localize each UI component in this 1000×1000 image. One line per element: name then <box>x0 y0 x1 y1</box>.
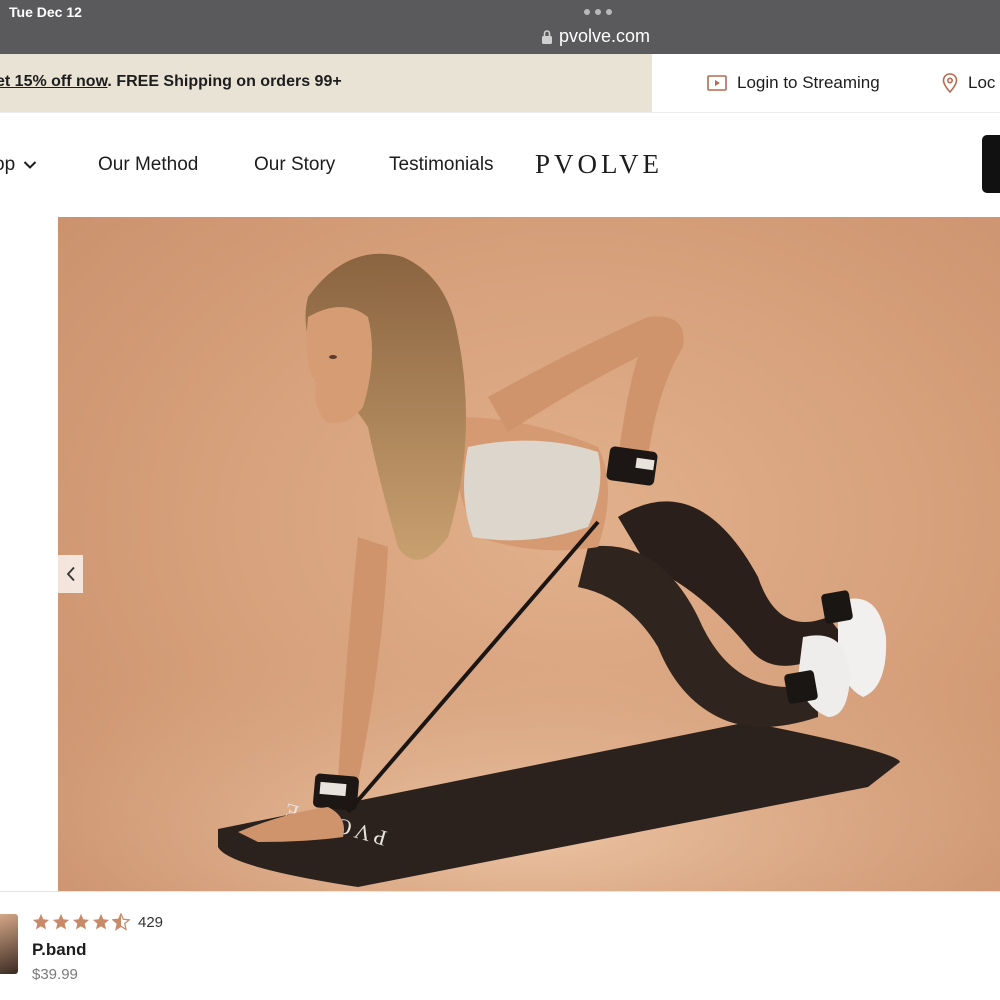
star-full-icon <box>72 913 90 930</box>
status-date: Tue Dec 12 <box>9 4 82 20</box>
play-video-icon <box>707 75 727 91</box>
promo-banner: et 15% off now. FREE Shipping on orders … <box>0 54 652 112</box>
promo-text: et 15% off now. FREE Shipping on orders … <box>0 73 342 91</box>
main-nav: op Our Method Our Story Testimonials PVO… <box>0 113 1000 217</box>
nav-our-story[interactable]: Our Story <box>254 154 335 176</box>
chevron-down-icon <box>23 161 37 169</box>
login-streaming-label: Login to Streaming <box>737 73 880 92</box>
star-full-icon <box>92 913 110 930</box>
nav-shop[interactable]: op <box>0 154 37 176</box>
locations-label: Loc <box>968 73 996 92</box>
address-bar[interactable]: pvolve.com <box>541 26 650 47</box>
sports-bra <box>464 440 601 541</box>
star-full-icon <box>32 913 50 930</box>
login-streaming-link[interactable]: Login to Streaming <box>707 73 880 93</box>
url-text: pvolve.com <box>559 26 651 46</box>
review-count: 429 <box>138 913 164 931</box>
chevron-left-icon <box>66 566 75 582</box>
rating-stars[interactable]: 429 <box>32 913 163 931</box>
nav-action-button[interactable] <box>982 135 1000 193</box>
pvolve-logo[interactable]: PVOLVE <box>535 149 663 180</box>
location-pin-icon <box>942 73 958 93</box>
nav-our-method[interactable]: Our Method <box>98 154 198 176</box>
star-half-icon <box>112 913 130 931</box>
promo-link[interactable]: et 15% off now <box>0 73 107 90</box>
locations-link[interactable]: Loc <box>942 73 995 93</box>
promo-shipping-text: . FREE Shipping on orders 99+ <box>107 73 342 90</box>
lock-icon <box>542 29 552 44</box>
hero-illustration: PVOLVE <box>58 253 1000 891</box>
star-full-icon <box>52 913 70 930</box>
more-dots-icon[interactable] <box>584 9 612 15</box>
hero-image: PVOLVE <box>58 217 1000 891</box>
nav-shop-label: op <box>0 154 16 175</box>
face <box>306 307 372 423</box>
product-sticky-bar: 429 P.band $39.99 <box>0 891 1000 1000</box>
product-price: $39.99 <box>32 966 78 983</box>
product-name: P.band <box>32 940 87 959</box>
nav-testimonials[interactable]: Testimonials <box>389 154 494 176</box>
carousel-prev-button[interactable] <box>58 555 83 593</box>
browser-status-bar: Tue Dec 12 pvolve.com <box>0 0 1000 54</box>
product-thumbnail[interactable] <box>0 914 18 974</box>
utility-bar: Login to Streaming Loc <box>652 54 1000 112</box>
